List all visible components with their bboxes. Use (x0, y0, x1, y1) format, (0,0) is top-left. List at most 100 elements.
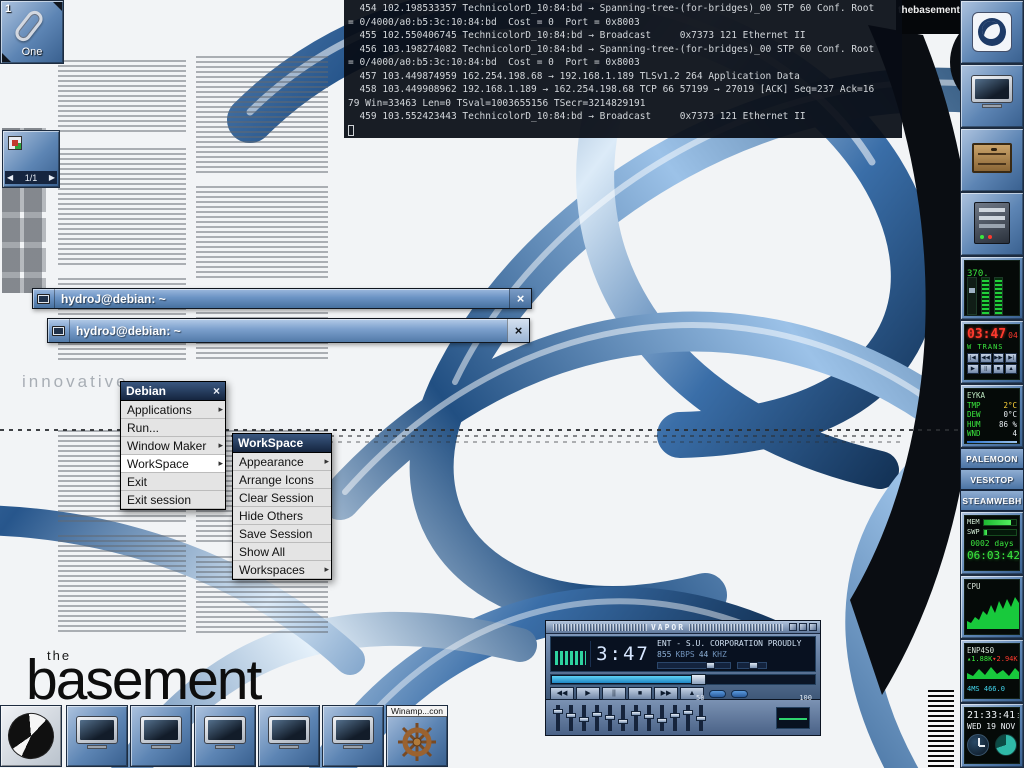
launcher-palemoon[interactable]: PALEMOON (960, 448, 1024, 469)
menu-item-show-all[interactable]: Show All (233, 543, 331, 561)
eq-slider[interactable] (569, 705, 573, 731)
wallpaper-text-column (196, 186, 328, 281)
winamp-seek-slider[interactable] (550, 674, 816, 685)
eq-slider[interactable] (686, 705, 690, 731)
winamp-shade-button[interactable] (799, 623, 807, 631)
player-fwd-button[interactable]: ▶▶ (993, 353, 1005, 363)
eq-slider[interactable] (647, 705, 651, 731)
wallpaper-basement-text: basement (26, 652, 260, 709)
menu-item-clear-session[interactable]: Clear Session (233, 489, 331, 507)
menu-item-save-session[interactable]: Save Session (233, 525, 331, 543)
seek-knob[interactable] (691, 674, 706, 685)
dock-cpu-monitor[interactable]: CPU (960, 575, 1024, 639)
player-eject-button[interactable]: ▲ (1005, 364, 1017, 374)
winamp-play-button[interactable]: ▶ (576, 687, 600, 700)
menu-item-arrange-icons[interactable]: Arrange Icons (233, 471, 331, 489)
menu-item-workspaces[interactable]: Workspaces ▸ (233, 561, 331, 579)
winamp-next-button[interactable]: ▶▶ (654, 687, 678, 700)
player-next-button[interactable]: ▶| (1005, 353, 1017, 363)
window-menu-button[interactable] (48, 319, 70, 342)
winamp-pause-button[interactable]: || (602, 687, 626, 700)
pager-appicon[interactable]: ◀ 1/1 ▶ (2, 130, 60, 188)
mixer-slider[interactable] (967, 277, 977, 315)
dock-mixer[interactable]: 370. (960, 256, 1024, 320)
eq-slider[interactable] (660, 705, 664, 731)
net-interface: ENP4S0 (967, 646, 1017, 655)
submenu-arrow-icon: ▸ (324, 564, 329, 575)
root-menu-titlebar[interactable]: Debian × (121, 382, 225, 401)
menu-item-exit[interactable]: Exit (121, 473, 225, 491)
eq-slider[interactable] (582, 705, 586, 731)
winamp-player[interactable]: VAPOR 3:47 ENT - S.U. CORPORATION PROUDL… (545, 620, 821, 736)
launcher-steamwebh[interactable]: STEAMWEBH (960, 490, 1024, 511)
eq-slider[interactable] (608, 705, 612, 731)
player-prev-button[interactable]: |◀ (967, 353, 979, 363)
winamp-titlebar[interactable]: VAPOR (546, 621, 820, 634)
menu-item-hide-others[interactable]: Hide Others (233, 507, 331, 525)
menu-item-run[interactable]: Run... (121, 419, 225, 437)
player-stop-button[interactable]: ■ (993, 364, 1005, 374)
menu-close-icon[interactable]: × (213, 384, 220, 398)
window-menu-button[interactable] (33, 289, 55, 308)
appicon-winamp-folder[interactable]: Winamp...con (386, 705, 448, 767)
winamp-repeat-button[interactable] (731, 690, 748, 698)
dock-appicon-fileserver[interactable] (960, 192, 1024, 256)
pager-right-arrow-icon[interactable]: ▶ (49, 173, 55, 182)
launcher-vesktop[interactable]: VESKTOP (960, 469, 1024, 490)
terminal-line: 459 103.552423443 TechnicolorD_10:84:bd … (348, 110, 898, 124)
monitor-icon (76, 716, 118, 752)
workspace-submenu-titlebar[interactable]: WorkSpace (233, 434, 331, 453)
weather-station: EYKA (967, 391, 1017, 401)
appicon-swirl[interactable] (0, 705, 62, 767)
dock-sysmonitor[interactable]: MEM SWP 0002 days 06:03:42 (960, 511, 1024, 575)
dock-net-monitor[interactable]: ENP4S0 ▴1.88K ▾2.94K 4MS 466.0 (960, 639, 1024, 703)
menu-item-window-maker[interactable]: Window Maker ▸ (121, 437, 225, 455)
dock-appicon-terminal[interactable] (960, 64, 1024, 128)
terminal-window[interactable]: 454 102.198533357 TechnicolorD_10:84:bd … (344, 0, 902, 138)
appicon-terminal-5[interactable] (322, 705, 384, 767)
dock-appicon-gnustep[interactable] (960, 0, 1024, 64)
dock-player-clock[interactable]: 03:47 04 W TRANS |◀ ◀◀ ▶▶ ▶| ▶ || ■ ▲ (960, 320, 1024, 384)
clip-next-arrow[interactable] (53, 2, 62, 11)
winamp-minimize-button[interactable] (789, 623, 797, 631)
eq-slider[interactable] (621, 705, 625, 731)
winamp-stop-button[interactable]: ■ (628, 687, 652, 700)
menu-item-exit-session[interactable]: Exit session (121, 491, 225, 509)
window-close-button[interactable]: × (509, 289, 531, 308)
player-rew-button[interactable]: ◀◀ (980, 353, 992, 363)
dock-appicon-filemanager[interactable] (960, 128, 1024, 192)
appicon-terminal-1[interactable] (66, 705, 128, 767)
weather-label: WND (967, 429, 981, 439)
clip-prev-arrow[interactable] (2, 53, 11, 62)
winamp-prev-button[interactable]: ◀◀ (550, 687, 574, 700)
menu-item-workspace[interactable]: WorkSpace ▸ (121, 455, 225, 473)
wallpaper-barcode (928, 690, 954, 768)
winamp-balance-slider[interactable] (737, 662, 767, 669)
pager-left-arrow-icon[interactable]: ◀ (7, 173, 13, 182)
workspace-clip[interactable]: 1 One (0, 0, 64, 64)
menu-item-label: WorkSpace (127, 457, 189, 471)
player-pause-button[interactable]: || (980, 364, 992, 374)
appicon-terminal-2[interactable] (130, 705, 192, 767)
window-titlebar-hydroj-2[interactable]: hydroJ@debian: ~ × (47, 318, 530, 343)
winamp-volume-slider[interactable] (657, 662, 731, 669)
appicon-terminal-3[interactable] (194, 705, 256, 767)
window-close-button[interactable]: × (507, 319, 529, 342)
menu-item-applications[interactable]: Applications ▸ (121, 401, 225, 419)
menu-item-label: Applications (127, 403, 192, 417)
winamp-equalizer[interactable] (545, 700, 821, 736)
winamp-close-button[interactable] (809, 623, 817, 631)
player-play-button[interactable]: ▶ (967, 364, 979, 374)
eq-slider[interactable] (699, 705, 703, 731)
window-titlebar-hydroj-1[interactable]: hydroJ@debian: ~ × (32, 288, 532, 309)
eq-slider[interactable] (673, 705, 677, 731)
menu-item-appearance[interactable]: Appearance ▸ (233, 453, 331, 471)
dock-weather[interactable]: EYKA TMP2°C DEW0°C HUM86 % WND4 (960, 384, 1024, 448)
winamp-shuffle-button[interactable] (709, 690, 726, 698)
cpu-graph (967, 591, 1019, 629)
eq-slider[interactable] (595, 705, 599, 731)
appicon-terminal-4[interactable] (258, 705, 320, 767)
eq-slider[interactable] (556, 705, 560, 731)
dock-clock[interactable]: 21:33:41 3561 WED 19 NOV (960, 703, 1024, 768)
eq-slider[interactable] (634, 705, 638, 731)
